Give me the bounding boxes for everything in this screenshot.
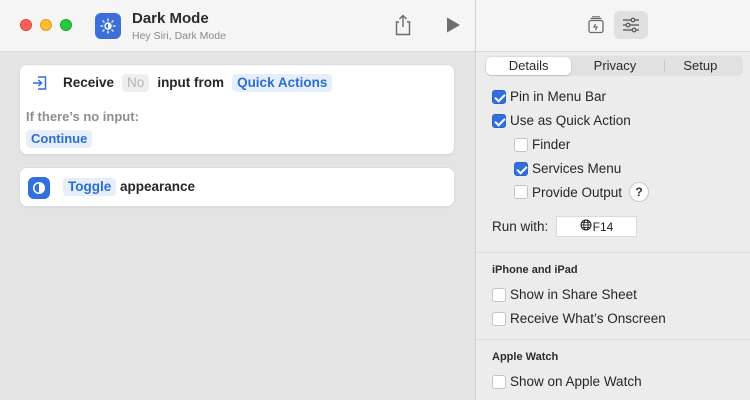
shortcut-subtitle: Hey Siri, Dark Mode — [132, 30, 226, 42]
share-sheet-option[interactable]: Show in Share Sheet — [492, 287, 637, 302]
share-sheet-label: Show in Share Sheet — [510, 287, 637, 302]
tab-divider — [664, 60, 665, 72]
quick-action-option[interactable]: Use as Quick Action — [492, 113, 631, 128]
shortcut-title[interactable]: Dark Mode — [132, 10, 209, 27]
onscreen-checkbox[interactable] — [492, 311, 506, 326]
receive-input-icon — [31, 74, 49, 92]
shortcuts-window: Dark Mode Hey Siri, Dark Mode Receive No… — [0, 0, 750, 400]
help-button[interactable]: ? — [629, 182, 650, 202]
share-sheet-checkbox[interactable] — [492, 287, 506, 302]
tab-privacy[interactable]: Privacy — [572, 56, 657, 76]
services-menu-option[interactable]: Services Menu — [514, 161, 621, 176]
tab-details[interactable]: Details — [486, 57, 572, 75]
receive-action-card[interactable]: Receive No input from Quick Actions If ther… — [19, 64, 455, 155]
inspector-pane: Details Privacy Setup Pin in Menu Bar Us… — [475, 0, 750, 400]
onscreen-option[interactable]: Receive What’s Onscreen — [492, 311, 666, 326]
provide-output-label: Provide Output — [532, 184, 623, 200]
section-divider — [476, 252, 750, 253]
run-icon[interactable] — [443, 15, 463, 35]
globe-icon — [580, 219, 592, 234]
zoom-button[interactable] — [60, 19, 72, 31]
iphone-ipad-heading: iPhone and iPad — [492, 264, 578, 276]
services-menu-label: Services Menu — [532, 161, 622, 176]
finder-option[interactable]: Finder — [514, 137, 570, 152]
pin-menu-bar-checkbox[interactable] — [492, 89, 506, 104]
library-icon[interactable] — [586, 15, 606, 35]
quick-action-label: Use as Quick Action — [510, 113, 631, 128]
appearance-toggle-icon — [28, 177, 50, 199]
apple-watch-label: Show on Apple Watch — [510, 374, 642, 389]
quick-action-checkbox[interactable] — [492, 113, 506, 128]
onscreen-label: Receive What’s Onscreen — [510, 311, 666, 326]
inspector-tabs: Details Privacy Setup — [485, 56, 743, 76]
pin-menu-bar-option[interactable]: Pin in Menu Bar — [492, 89, 606, 104]
toggle-token[interactable]: Toggle — [63, 178, 117, 196]
finder-checkbox[interactable] — [514, 137, 528, 152]
input-type-token[interactable]: No — [122, 74, 150, 92]
toggle-appearance-card[interactable]: Toggle appearance — [19, 167, 455, 207]
apple-watch-heading: Apple Watch — [492, 351, 559, 363]
finder-label: Finder — [532, 137, 571, 152]
tab-setup[interactable]: Setup — [658, 56, 743, 76]
share-icon[interactable] — [392, 13, 414, 37]
shortcut-key: F14 — [592, 219, 614, 234]
continue-token[interactable]: Continue — [26, 130, 93, 148]
run-with-label: Run with: — [492, 219, 549, 234]
services-menu-checkbox[interactable] — [514, 161, 528, 176]
editor-pane: Dark Mode Hey Siri, Dark Mode Receive No… — [0, 0, 475, 400]
apple-watch-checkbox[interactable] — [492, 374, 506, 389]
provide-output-option[interactable]: Provide Output ? — [514, 182, 650, 202]
close-button[interactable] — [20, 19, 32, 31]
input-from-text: input from — [157, 75, 225, 90]
input-source-token[interactable]: Quick Actions — [232, 74, 333, 92]
title-bar: Dark Mode Hey Siri, Dark Mode — [0, 0, 475, 52]
no-input-label: If there’s no input: — [26, 109, 139, 124]
receive-sentence: Receive No input from Quick Actions — [63, 74, 333, 92]
inspector-toolbar — [476, 0, 750, 52]
toggle-sentence: Toggle appearance — [63, 178, 195, 196]
no-input-action: Continue — [26, 130, 93, 148]
section-divider — [476, 339, 750, 340]
keyboard-shortcut-field[interactable]: F14 — [556, 216, 637, 237]
provide-output-checkbox[interactable] — [514, 185, 528, 199]
appearance-text: appearance — [120, 179, 196, 194]
minimize-button[interactable] — [40, 19, 52, 31]
app-brightness-icon[interactable] — [95, 13, 121, 39]
apple-watch-option[interactable]: Show on Apple Watch — [492, 374, 642, 389]
receive-verb: Receive — [63, 75, 115, 90]
pin-menu-bar-label: Pin in Menu Bar — [510, 89, 607, 104]
details-sliders-icon[interactable] — [614, 11, 648, 39]
